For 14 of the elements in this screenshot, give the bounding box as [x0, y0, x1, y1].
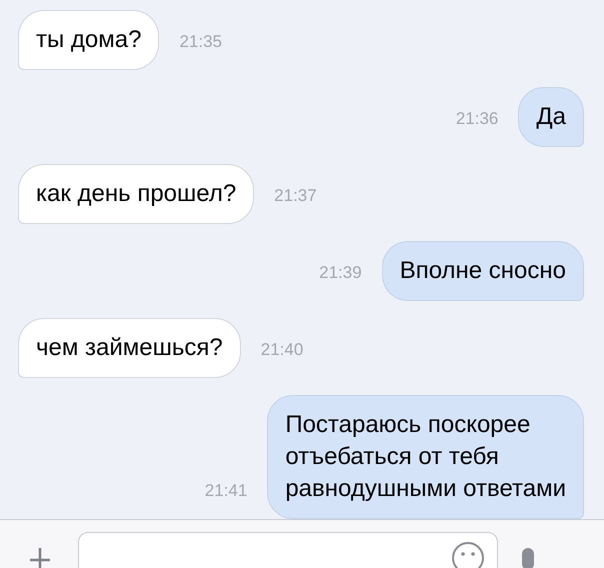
incoming-message-bubble: ты дома? — [18, 10, 160, 70]
incoming-message-bubble: как день прошел? — [18, 164, 254, 224]
message-time: 21:41 — [204, 480, 248, 502]
message-time: 21:39 — [319, 262, 362, 284]
message-time: 21:37 — [274, 184, 317, 206]
message-time: 21:35 — [179, 30, 222, 52]
outgoing-message-bubble: Постараюсь поскорее отъебаться от тебя равнодушными ответами — [267, 395, 584, 519]
emoji-icon[interactable] — [451, 541, 485, 568]
outgoing-message-bubble: Вполне сносно — [382, 241, 584, 301]
message-input-field[interactable] — [78, 532, 498, 568]
outgoing-message-bubble: Да — [518, 87, 584, 147]
message-time: 21:36 — [456, 108, 498, 130]
incoming-message-bubble: чем займешься? — [18, 318, 241, 378]
message-time: 21:40 — [260, 338, 304, 360]
